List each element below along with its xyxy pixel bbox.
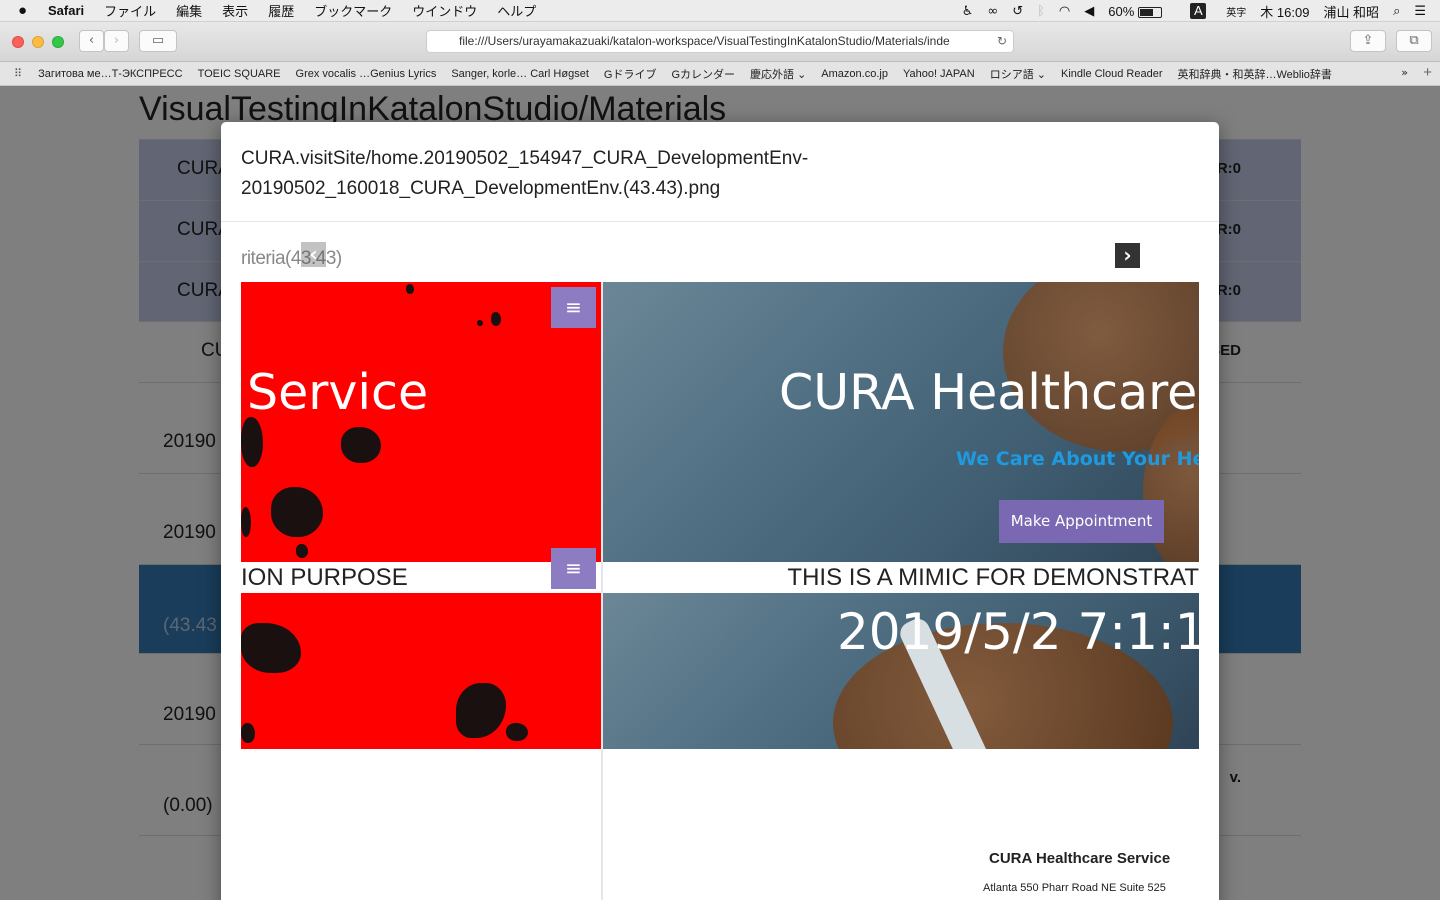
forward-button[interactable]: › bbox=[104, 30, 129, 52]
diff-blob bbox=[341, 427, 381, 463]
reload-icon[interactable]: ↻ bbox=[997, 31, 1007, 52]
browser-toolbar: ‹ › ▭ file:///Users/urayamakazuaki/katal… bbox=[0, 22, 1440, 62]
safari-window: ● Safari ファイル 編集 表示 履歴 ブックマーク ウインドウ ヘルプ … bbox=[0, 0, 1440, 900]
accessibility-icon[interactable]: ♿ bbox=[962, 4, 974, 19]
hero-section: CURA Healthcare We Care About Your Healt… bbox=[603, 282, 1199, 562]
diff-blob bbox=[271, 487, 323, 537]
address-bar[interactable]: file:///Users/urayamakazuaki/katalon-wor… bbox=[426, 30, 1014, 53]
diff-blob bbox=[296, 544, 308, 558]
minimize-window-button[interactable] bbox=[32, 36, 44, 48]
diff-blob bbox=[241, 723, 255, 743]
demo-banner-text: THIS IS A MIMIC FOR DEMONSTRAT bbox=[787, 564, 1199, 591]
sidebar-toggle-button[interactable]: ▭ bbox=[139, 30, 177, 52]
bookmark-item[interactable]: Yahoo! JAPAN bbox=[903, 68, 975, 80]
bookmark-folder[interactable]: 慶応外語 ⌄ bbox=[750, 66, 806, 82]
bookmark-item[interactable]: Amazon.co.jp bbox=[821, 68, 888, 80]
top-sites-grid-icon[interactable]: ⠿ bbox=[14, 67, 22, 80]
actual-screenshot: CURA Healthcare We Care About Your Healt… bbox=[603, 282, 1199, 749]
image-modal: CURA.visitSite/home.20190502_154947_CURA… bbox=[221, 122, 1219, 900]
menubar: ● Safari ファイル 編集 表示 履歴 ブックマーク ウインドウ ヘルプ … bbox=[0, 0, 1440, 22]
diff-date-area bbox=[241, 593, 601, 749]
bookmark-item[interactable]: Gカレンダー bbox=[671, 66, 735, 82]
user-name[interactable]: 浦山 和昭 bbox=[1323, 2, 1379, 21]
diff-blob bbox=[241, 623, 301, 673]
spotlight-icon[interactable]: ⌕ bbox=[1393, 4, 1400, 19]
menu-file[interactable]: ファイル bbox=[104, 1, 156, 20]
hero-tagline: We Care About Your Health bbox=[956, 448, 1199, 470]
bookmark-item[interactable]: Grex vocalis …Genius Lyrics bbox=[296, 68, 437, 80]
more-bookmarks-icon[interactable]: » bbox=[1401, 66, 1408, 79]
datetime-text: 2019/5/2 7:1:10 bbox=[837, 603, 1199, 661]
bookmark-item[interactable]: 英和辞典・和英辞…Weblio辞書 bbox=[1178, 66, 1332, 82]
bookmark-item[interactable]: Загитова ме…Т-ЭКСПРЕСС bbox=[38, 68, 183, 80]
menu-toggle-icon: ≡ bbox=[551, 548, 596, 589]
zoom-window-button[interactable] bbox=[52, 36, 64, 48]
share-button[interactable]: ⇪ bbox=[1350, 30, 1386, 52]
bluetooth-icon[interactable]: ᛒ bbox=[1037, 4, 1045, 19]
diff-blob bbox=[477, 320, 483, 326]
image-caption: riteria(43.43) bbox=[241, 248, 342, 269]
diff-blob bbox=[241, 507, 251, 537]
diff-banner: ION PURPOSE bbox=[241, 562, 601, 593]
diff-hero-area: Service ≡ bbox=[241, 282, 601, 562]
modal-title: CURA.visitSite/home.20190502_154947_CURA… bbox=[241, 144, 941, 204]
menu-history[interactable]: 履歴 bbox=[268, 1, 294, 20]
diff-blob bbox=[406, 284, 414, 294]
menu-window[interactable]: ウインドウ bbox=[412, 1, 477, 20]
battery-percent[interactable]: 60% bbox=[1108, 4, 1134, 19]
diff-service-text: Service bbox=[247, 364, 429, 421]
modal-divider bbox=[221, 221, 1219, 222]
close-window-button[interactable] bbox=[12, 36, 24, 48]
diff-banner-text: ION PURPOSE bbox=[241, 564, 408, 591]
bookmark-item[interactable]: Kindle Cloud Reader bbox=[1061, 68, 1163, 80]
volume-icon[interactable]: ◀ bbox=[1084, 4, 1094, 19]
previous-image-button[interactable]: ‹ bbox=[301, 242, 326, 267]
new-tab-button[interactable]: + bbox=[1423, 64, 1432, 81]
apple-icon[interactable]: ● bbox=[18, 2, 36, 19]
menu-view[interactable]: 表示 bbox=[222, 1, 248, 20]
input-mode-label[interactable]: 英字 bbox=[1226, 4, 1246, 19]
wifi-icon[interactable]: ◠ bbox=[1059, 4, 1070, 19]
menu-edit[interactable]: 編集 bbox=[176, 1, 202, 20]
demo-banner: THIS IS A MIMIC FOR DEMONSTRAT bbox=[603, 562, 1199, 593]
menu-toggle-icon: ≡ bbox=[551, 287, 596, 328]
bookmark-item[interactable]: Gドライブ bbox=[604, 66, 657, 82]
battery-icon[interactable] bbox=[1138, 4, 1176, 19]
back-button[interactable]: ‹ bbox=[79, 30, 104, 52]
menu-bookmarks[interactable]: ブックマーク bbox=[314, 1, 392, 20]
next-image-button[interactable]: › bbox=[1115, 243, 1140, 268]
time-machine-icon[interactable]: ↺ bbox=[1012, 4, 1023, 19]
modal-title-line-2: 20190502_160018_CURA_DevelopmentEnv.(43.… bbox=[241, 178, 721, 199]
modal-title-line-1: CURA.visitSite/home.20190502_154947_CURA… bbox=[241, 148, 809, 169]
tabs-overview-button[interactable]: ⧉ bbox=[1396, 30, 1432, 52]
bookmark-item[interactable]: TOEIC SQUARE bbox=[198, 68, 281, 80]
footer-company-name: CURA Healthcare Service bbox=[989, 850, 1171, 867]
diff-blob bbox=[456, 683, 506, 738]
menu-app-name[interactable]: Safari bbox=[48, 3, 84, 18]
diff-blob bbox=[506, 723, 528, 741]
clock[interactable]: 木 16:09 bbox=[1260, 2, 1309, 21]
footer-address: Atlanta 550 Pharr Road NE Suite 525 bbox=[983, 882, 1166, 894]
bookmark-folder-label: 慶応外語 bbox=[750, 68, 795, 81]
make-appointment-button: Make Appointment bbox=[999, 500, 1164, 543]
bookmark-folder-label: ロシア語 bbox=[989, 68, 1034, 81]
bookmark-folder[interactable]: ロシア語 ⌄ bbox=[990, 66, 1046, 82]
input-source-icon[interactable]: A bbox=[1190, 3, 1220, 19]
bookmarks-bar: ⠿ Загитова ме…Т-ЭКСПРЕСС TOEIC SQUARE Gr… bbox=[0, 62, 1440, 86]
diff-blob bbox=[491, 312, 501, 326]
address-bar-text: file:///Users/urayamakazuaki/katalon-wor… bbox=[459, 34, 950, 48]
glasses-icon[interactable]: ∞ bbox=[987, 4, 998, 19]
hero-title: CURA Healthcare bbox=[779, 364, 1198, 421]
bookmark-item[interactable]: Sanger, korle… Carl Høgset bbox=[451, 68, 589, 80]
menu-help[interactable]: ヘルプ bbox=[497, 1, 536, 20]
chevron-down-icon: ⌄ bbox=[797, 68, 807, 81]
diff-blob bbox=[241, 417, 263, 467]
diff-image: Service ≡ ION PURPOSE ≡ bbox=[241, 282, 601, 749]
chevron-down-icon: ⌄ bbox=[1036, 68, 1046, 81]
notification-center-icon[interactable]: ☰ bbox=[1414, 4, 1426, 19]
datetime-section: 2019/5/2 7:1:10 bbox=[603, 593, 1199, 749]
